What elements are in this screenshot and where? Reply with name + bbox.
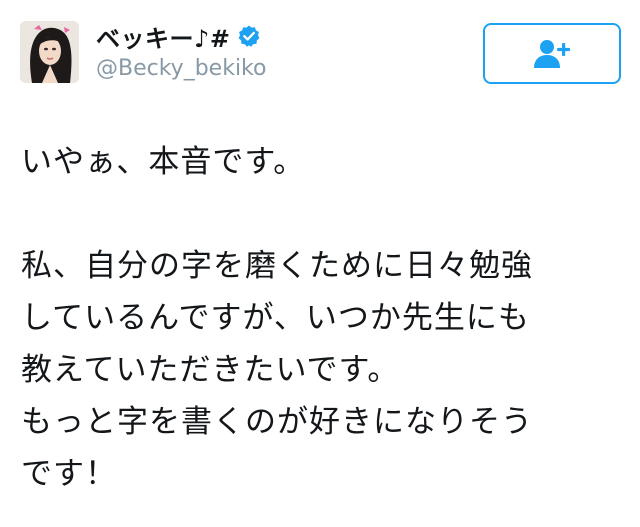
- display-name[interactable]: ベッキー♪#: [96, 19, 230, 54]
- tweet-text: いやぁ、本音です。 私、自分の字を磨くために日々勉強 しているんですが、いつか先…: [21, 136, 626, 500]
- tweet-line: 教えていただきたいです。: [21, 352, 400, 388]
- name-row: ベッキー♪#: [96, 19, 261, 54]
- tweet-line: しているんですが、いつか先生にも: [21, 300, 530, 336]
- tweet-line: もっと字を書くのが好きになりそう: [21, 404, 533, 440]
- follow-button[interactable]: [483, 23, 621, 84]
- tweet-line: です！: [21, 456, 117, 492]
- avatar[interactable]: [20, 21, 79, 83]
- tweet-line: いやぁ、本音です。: [21, 144, 306, 180]
- tweet-line: 私、自分の字を磨くために日々勉強: [21, 248, 533, 284]
- add-user-icon: [534, 39, 571, 68]
- user-handle[interactable]: @Becky_bekiko: [96, 56, 266, 81]
- verified-badge-icon: [237, 24, 261, 48]
- tweet-header: ベッキー♪# @Becky_bekiko: [0, 0, 640, 110]
